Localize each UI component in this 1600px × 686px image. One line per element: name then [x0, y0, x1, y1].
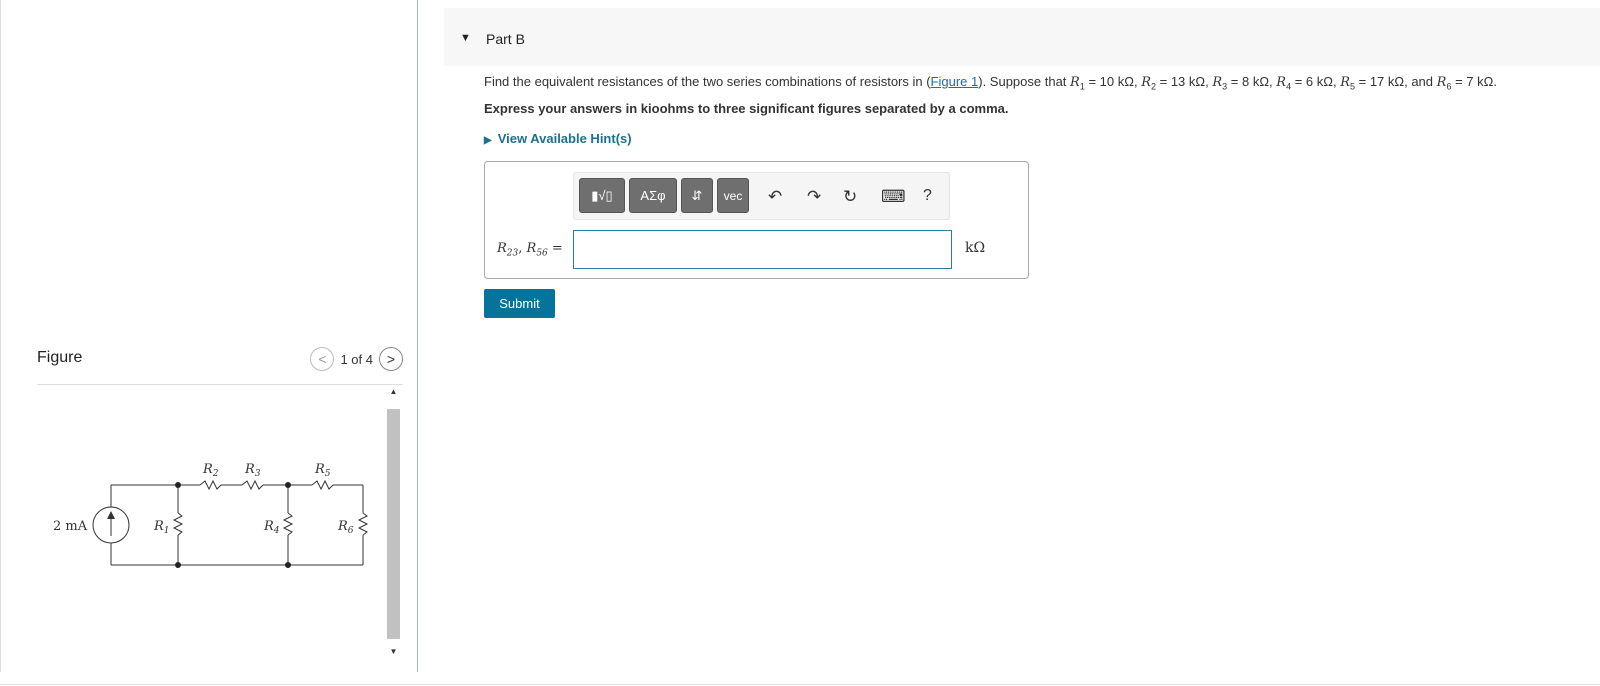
figure-pager: < 1 of 4 >	[310, 347, 403, 371]
help-icon[interactable]: ?	[923, 187, 932, 205]
scroll-down-icon[interactable]: ▼	[385, 647, 402, 656]
greek-symbols-button[interactable]: ΑΣφ	[629, 178, 677, 213]
answer-instructions: Express your answers in kioohms to three…	[484, 101, 1009, 116]
keyboard-icon[interactable]: ⌨	[881, 187, 906, 207]
prev-figure-button[interactable]: <	[310, 347, 335, 371]
submit-button[interactable]: Submit	[484, 289, 555, 318]
part-header[interactable]: ▼ Part B	[444, 8, 1600, 66]
resistor-value-4: R4 = 6 kΩ,	[1276, 74, 1341, 92]
hint-label: View Available Hint(s)	[497, 131, 632, 146]
scroll-up-icon[interactable]: ▲	[385, 387, 402, 396]
collapse-icon[interactable]: ▼	[460, 32, 471, 44]
svg-text:R6: R6	[337, 519, 354, 536]
resistor-value-3: R3 = 8 kΩ,	[1212, 74, 1277, 92]
figure-title: Figure	[37, 349, 83, 366]
next-figure-button[interactable]: >	[379, 347, 403, 371]
r2-label: R	[202, 462, 213, 477]
math-toolbar: ▮√▯ ΑΣφ ⇵ vec ↶ ↷ ↻ ⌨ ?	[573, 172, 950, 220]
resistor-value-6: R6 = 7 kΩ.	[1436, 74, 1497, 92]
r4-label: R	[263, 519, 274, 534]
figure-header: Figure < 1 of 4 >	[37, 347, 403, 385]
hint-toggle[interactable]: ▶ View Available Hint(s)	[484, 131, 632, 146]
answer-input[interactable]	[573, 230, 952, 269]
reset-icon[interactable]: ↻	[843, 187, 857, 207]
figure-scrollbar[interactable]: ▲ ▼	[385, 385, 402, 661]
vector-button[interactable]: vec	[717, 178, 749, 213]
r6-label: R	[337, 519, 348, 534]
answer-box: ▮√▯ ΑΣφ ⇵ vec ↶ ↷ ↻ ⌨ ? R23, R56 = kΩ	[484, 161, 1029, 279]
source-label: 2 mA	[53, 519, 88, 534]
subscript-superscript-button[interactable]: ⇵	[681, 178, 713, 213]
bottom-border	[0, 684, 1600, 685]
r1-label: R	[153, 519, 164, 534]
pane-divider[interactable]	[417, 0, 418, 672]
resistor-value-2: R2 = 13 kΩ,	[1141, 74, 1213, 92]
resistor-value-1: R1 = 10 kΩ,	[1070, 74, 1142, 92]
r5-label: R	[314, 462, 325, 477]
svg-text:R2: R2	[202, 462, 219, 479]
redo-icon[interactable]: ↷	[807, 187, 821, 207]
svg-text:R5: R5	[314, 462, 331, 479]
figure-page-count: 1 of 4	[340, 351, 373, 367]
templates-button[interactable]: ▮√▯	[579, 178, 625, 213]
question-text: Find the equivalent resistances of the t…	[484, 74, 1497, 92]
svg-text:R3: R3	[244, 462, 261, 479]
r3-label: R	[244, 462, 255, 477]
figure-link[interactable]: Figure 1	[931, 74, 979, 89]
svg-text:R4: R4	[263, 519, 280, 536]
answer-label: R23, R56 =	[497, 241, 563, 259]
unit-label: kΩ	[965, 240, 986, 256]
svg-text:R1: R1	[153, 519, 170, 536]
undo-icon[interactable]: ↶	[768, 187, 782, 207]
scrollbar-thumb[interactable]	[387, 409, 400, 639]
circuit-diagram: 2 mA R1 R2 R3 R4 R5 R6	[53, 462, 369, 568]
resistor-value-5: R5 = 17 kΩ, and	[1340, 74, 1437, 92]
expand-icon: ▶	[484, 135, 492, 146]
part-title: Part B	[486, 31, 525, 47]
